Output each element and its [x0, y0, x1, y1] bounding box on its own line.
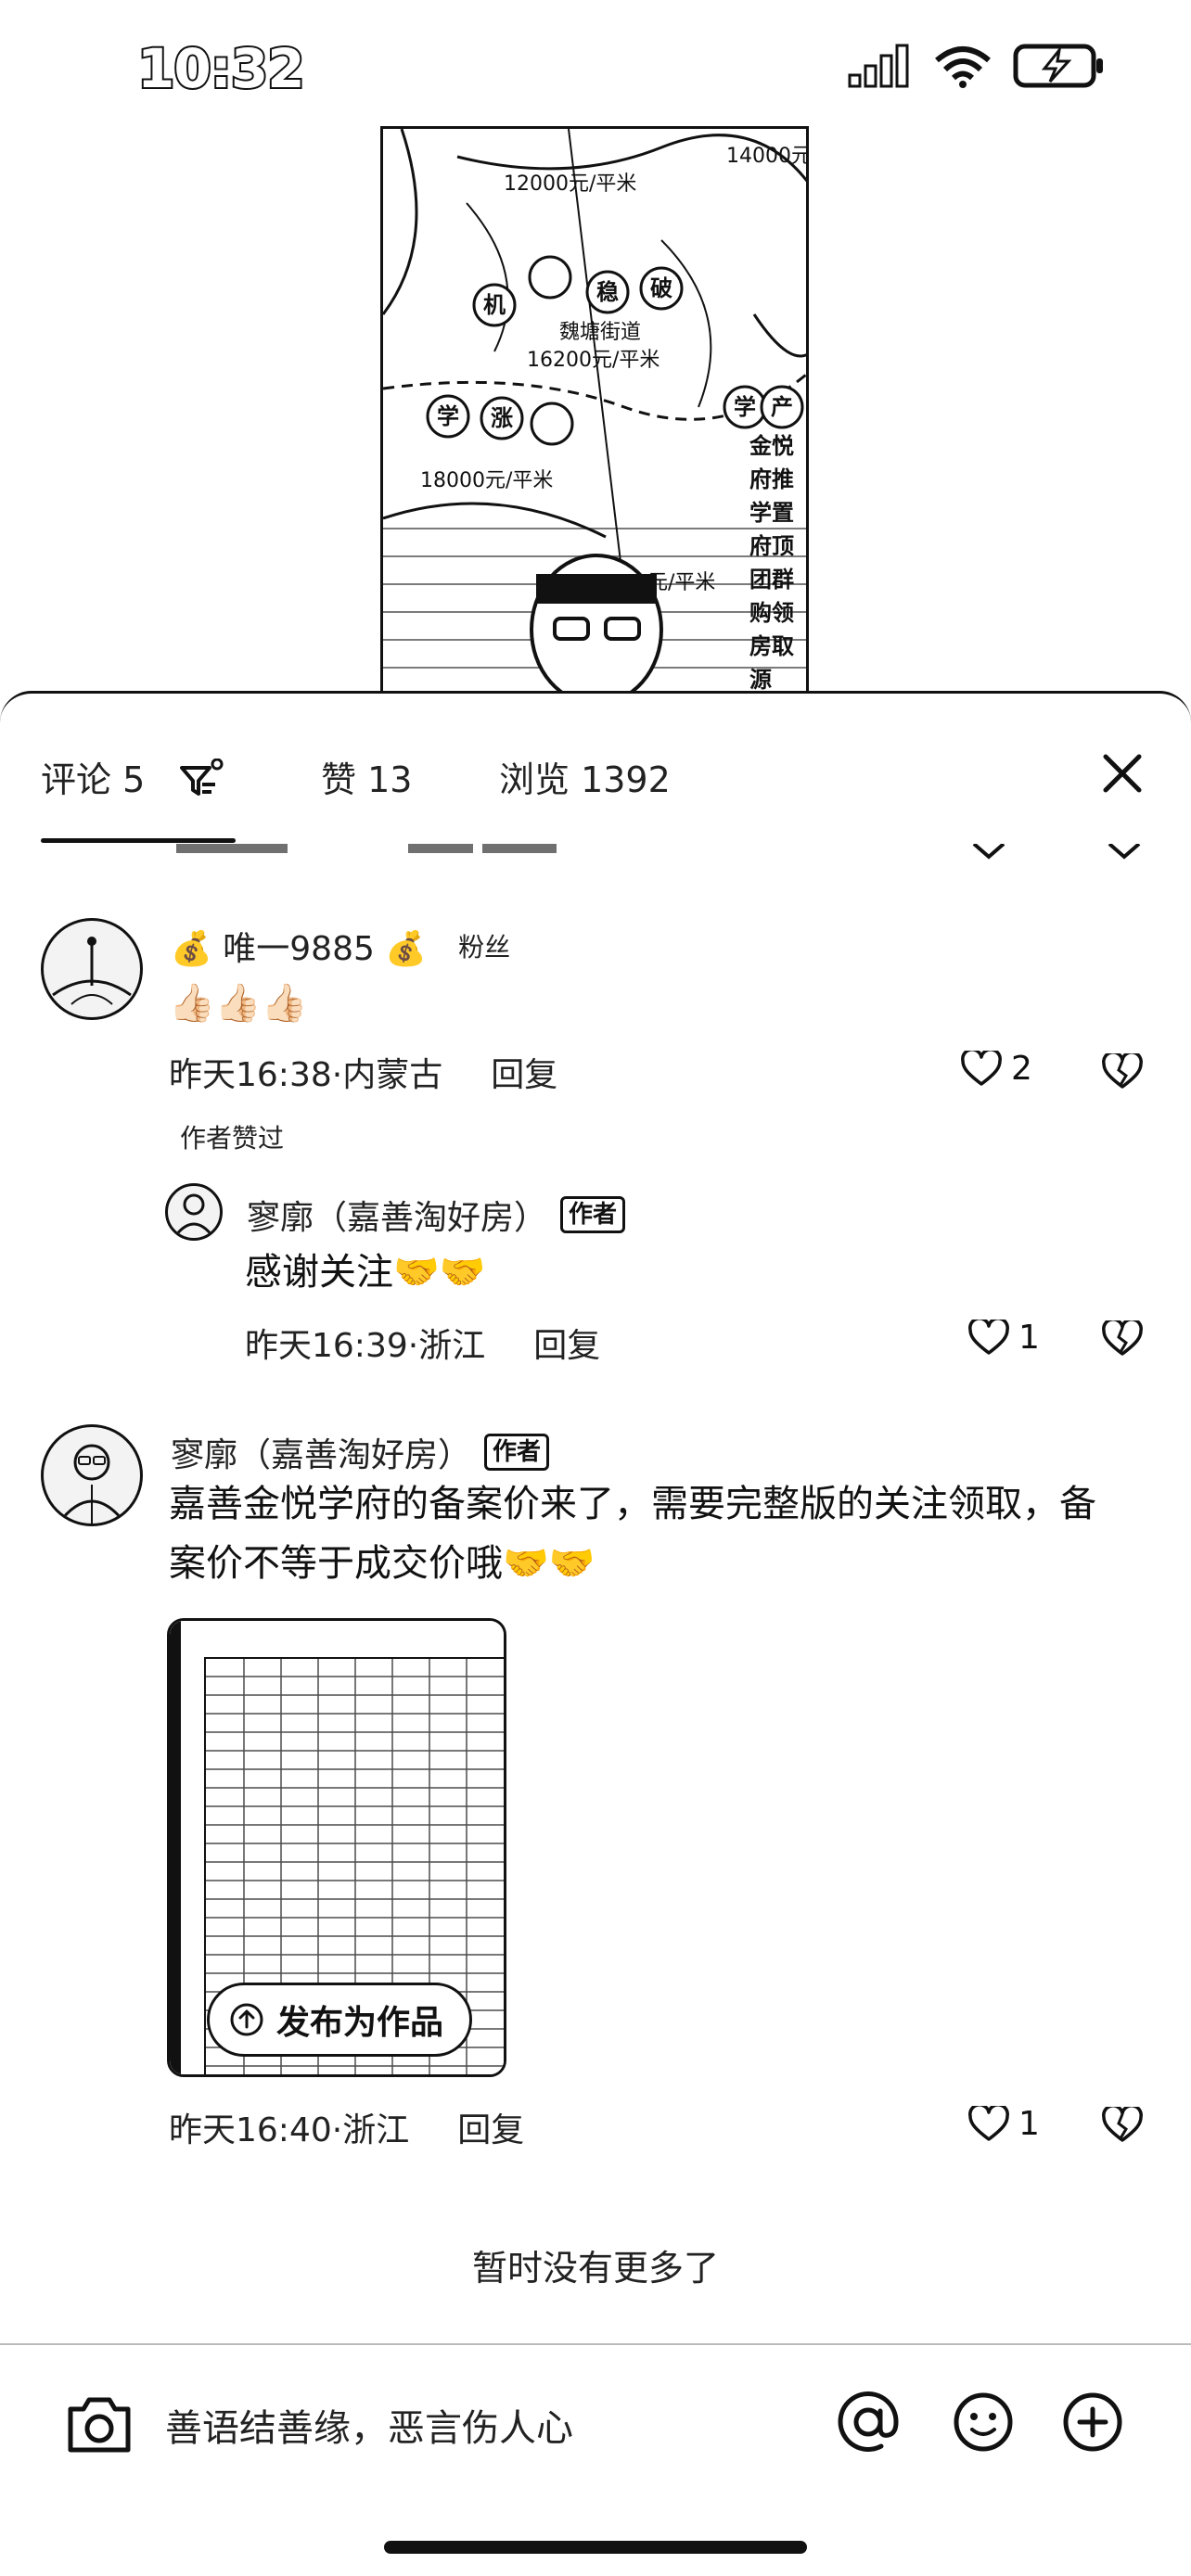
svg-text:购领: 购领 [749, 600, 794, 626]
scrolled-comment-remnant [0, 844, 1191, 864]
comment-time-location: 昨天16:39·浙江 [245, 1327, 486, 1365]
svg-text:16200元/平米: 16200元/平米 [527, 349, 660, 372]
battery-charging-icon [1013, 44, 1103, 88]
heart-icon [968, 2105, 1009, 2141]
svg-text:机: 机 [483, 292, 506, 318]
tab-likes[interactable]: 赞 13 [321, 751, 412, 802]
svg-text:府推: 府推 [749, 466, 794, 492]
svg-text:破: 破 [650, 275, 672, 301]
dislike-icon[interactable] [1102, 1320, 1143, 1358]
svg-text:学: 学 [437, 403, 459, 429]
mention-icon[interactable] [835, 2389, 902, 2455]
reply-button[interactable]: 回复 [491, 1048, 557, 1096]
svg-text:学: 学 [734, 394, 756, 420]
svg-text:学置: 学置 [749, 500, 794, 526]
emoji-icon[interactable] [952, 2391, 1015, 2454]
svg-text:源: 源 [749, 667, 772, 693]
active-tab-indicator [41, 838, 236, 843]
publish-as-post-button[interactable]: 发布为作品 [207, 1983, 473, 2057]
heart-icon [968, 1319, 1009, 1355]
status-bar: 10:32 [0, 0, 1191, 139]
svg-text:18000元/平米: 18000元/平米 [420, 469, 553, 492]
dislike-icon[interactable] [1102, 1053, 1143, 1090]
like-count: 1 [1018, 2105, 1040, 2143]
like-button[interactable]: 1 [968, 2105, 1040, 2143]
divider [0, 2343, 1191, 2345]
status-icons [848, 43, 1106, 89]
like-button[interactable]: 2 [961, 1050, 1032, 1088]
comment-text: 嘉善金悦学府的备案价来了，需要完整版的关注领取，备案价不等于成交价哦🤝🤝 [169, 1483, 1096, 1585]
comment-text: 感谢关注🤝🤝 [245, 1251, 486, 1294]
status-time: 10:32 [135, 35, 307, 102]
avatar[interactable] [41, 1424, 143, 1526]
svg-text:产: 产 [771, 394, 793, 420]
video-preview[interactable]: 机 稳 破 学 涨 学 产 14000元 12000元/平米 魏塘街道 1620… [380, 126, 809, 701]
home-indicator[interactable] [384, 2541, 807, 2554]
comment-tabs: 评论 5 赞 13 浏览 1392 [0, 694, 1191, 843]
svg-text:12000元/平米: 12000元/平米 [504, 172, 636, 196]
wifi-icon [935, 46, 991, 88]
upload-arrow-icon [230, 2003, 263, 2036]
comment-time-location: 昨天16:40·浙江 [169, 2111, 410, 2149]
heart-icon [961, 1050, 1002, 1086]
like-button[interactable]: 1 [968, 1319, 1040, 1357]
tab-views[interactable]: 浏览 1392 [499, 751, 671, 802]
svg-text:金悦: 金悦 [749, 433, 794, 459]
svg-text:14000元: 14000元 [726, 145, 809, 168]
avatar[interactable] [41, 918, 143, 1020]
filter-icon[interactable] [180, 759, 224, 799]
commenter-name[interactable]: 寥廓（嘉善淘好房） [171, 1428, 471, 1476]
comment-time-location: 昨天16:38·内蒙古 [169, 1056, 443, 1094]
comment-input-bar: 善语结善缘，恶言伤人心 [0, 2346, 1191, 2504]
no-more-comments-label: 暂时没有更多了 [471, 2248, 719, 2289]
dislike-icon[interactable] [1102, 2107, 1143, 2144]
comment-input[interactable]: 善语结善缘，恶言伤人心 [165, 2398, 573, 2452]
add-icon[interactable] [1061, 2391, 1124, 2454]
like-count: 1 [1018, 1319, 1040, 1357]
signal-icon [848, 44, 909, 88]
svg-text:房取: 房取 [749, 633, 794, 659]
svg-text:稳: 稳 [596, 279, 619, 305]
publish-label: 发布为作品 [276, 2004, 444, 2042]
avatar[interactable] [165, 1183, 223, 1241]
svg-text:府顶: 府顶 [749, 533, 794, 559]
svg-text:涨: 涨 [491, 405, 513, 431]
tab-comments[interactable]: 评论 5 [41, 751, 145, 802]
commenter-name[interactable]: 寥廓（嘉善淘好房） [247, 1191, 547, 1239]
close-icon[interactable] [1096, 747, 1148, 799]
svg-text:元/平米: 元/平米 [647, 571, 715, 594]
camera-icon[interactable] [65, 2392, 134, 2455]
comment-image[interactable]: 发布为作品 [167, 1618, 506, 2077]
author-liked-label: 作者赞过 [180, 1123, 285, 1154]
comment-text: 👍🏻👍🏻👍🏻 [169, 982, 308, 1025]
fan-badge: 粉丝 [458, 932, 511, 963]
svg-text:团群: 团群 [749, 567, 794, 593]
author-badge: 作者 [560, 1196, 626, 1233]
svg-text:魏塘街道: 魏塘街道 [559, 321, 641, 344]
like-count: 2 [1011, 1050, 1032, 1088]
commenter-name[interactable]: 💰 唯一9885 💰 [171, 922, 427, 970]
author-badge: 作者 [484, 1434, 550, 1471]
reply-button[interactable]: 回复 [457, 2103, 524, 2151]
map-illustration: 机 稳 破 学 涨 学 产 14000元 12000元/平米 魏塘街道 1620… [383, 129, 809, 698]
reply-button[interactable]: 回复 [533, 1319, 600, 1367]
